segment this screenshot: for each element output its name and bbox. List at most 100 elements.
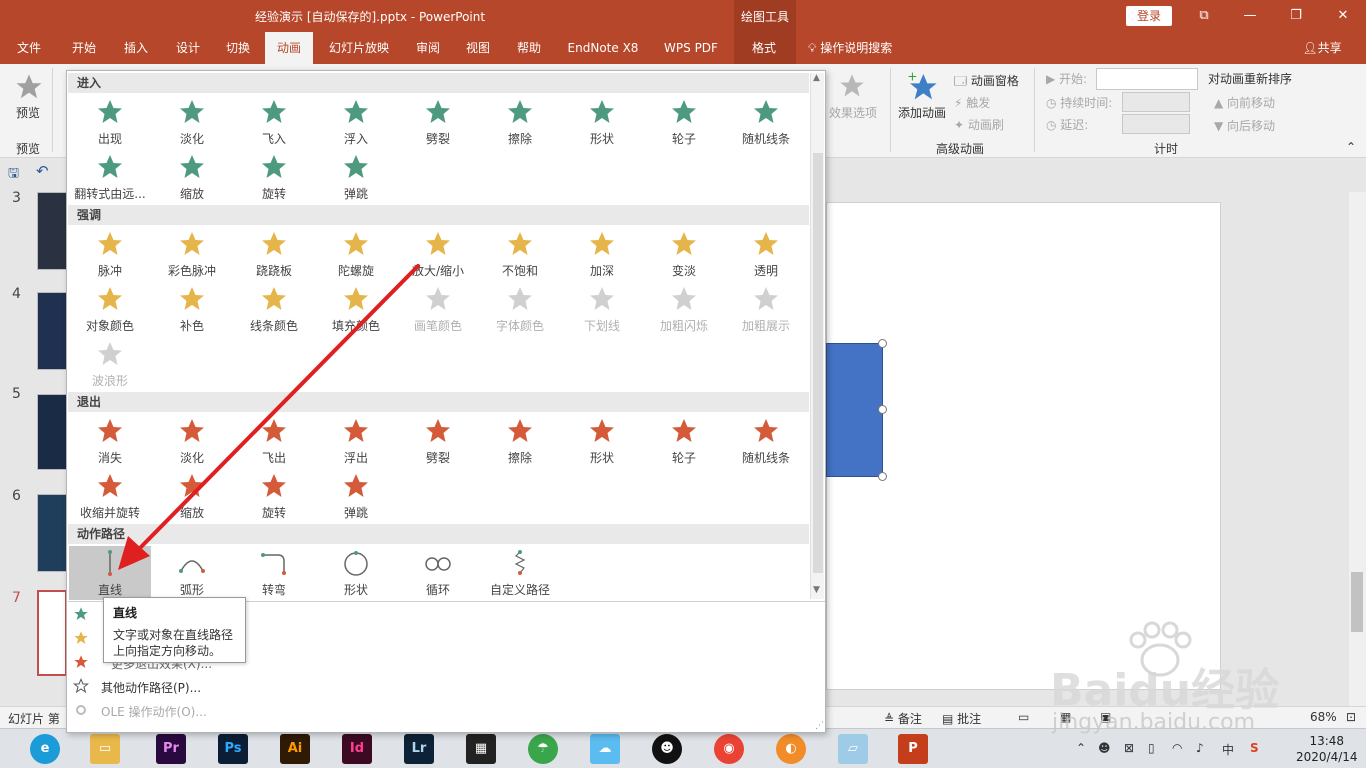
gallery-item-emphasis[interactable]: 字体颜色 [479,282,561,336]
collapse-ribbon-icon[interactable]: ⌃ [1346,140,1356,154]
gallery-item-emphasis[interactable]: 补色 [151,282,233,336]
tab-help[interactable]: 帮助 [507,32,551,64]
tray-wifi-icon[interactable]: ◠ [1172,741,1182,755]
slide-thumbnail-selected[interactable] [37,590,67,676]
tell-me-search[interactable]: 💡︎ 操作说明搜索 [808,32,918,64]
illustrator-icon[interactable]: Ai [280,734,310,764]
zoom-level[interactable]: 68% [1310,710,1337,724]
gallery-item-motion[interactable]: 形状 [315,546,397,600]
scroll-up-icon[interactable]: ▲ [813,73,820,83]
gallery-item-emphasis[interactable]: 填充颜色 [315,282,397,336]
login-button[interactable]: 登录 [1126,6,1172,26]
gallery-item-entrance[interactable]: 翻转式由远... [69,150,151,204]
more-motion-paths-item[interactable]: 其他动作路径(P)... [71,675,371,697]
add-animation-button[interactable]: 添加动画 [898,104,946,121]
tab-slideshow[interactable]: 幻灯片放映 [322,32,396,64]
photoshop-icon[interactable]: Ps [218,734,248,764]
indesign-icon[interactable]: Id [342,734,372,764]
gallery-item-motion[interactable]: 转弯 [233,546,315,600]
sogou-ime-icon[interactable]: S [1250,741,1259,755]
gallery-item-emphasis[interactable]: 加深 [561,227,643,281]
delay-input[interactable] [1122,114,1190,134]
duration-input[interactable] [1122,92,1190,112]
ribbon-display-icon[interactable]: ⧉ [1194,6,1214,26]
gallery-item-exit[interactable]: 缩放 [151,469,233,523]
lightroom-icon[interactable]: Lr [404,734,434,764]
file-explorer-icon[interactable]: ▭ [90,734,120,764]
scroll-down-icon[interactable]: ▼ [813,585,820,595]
tab-insert[interactable]: 插入 [114,32,158,64]
gallery-item-entrance[interactable]: 形状 [561,95,643,149]
tab-view[interactable]: 视图 [456,32,500,64]
premiere-icon[interactable]: Pr [156,734,186,764]
gallery-item-exit[interactable]: 淡化 [151,414,233,468]
video-editor-icon[interactable]: ▦ [466,734,496,764]
gallery-item-entrance[interactable]: 轮子 [643,95,725,149]
tab-home[interactable]: 开始 [62,32,106,64]
qq-icon[interactable]: ☻ [652,734,682,764]
start-dropdown[interactable] [1096,68,1198,90]
preview-button-label[interactable]: 预览 [16,104,40,121]
close-icon[interactable]: ✕ [1333,6,1353,26]
tray-qq-icon[interactable]: ☻ [1098,741,1111,755]
gallery-item-emphasis[interactable]: 陀螺旋 [315,227,397,281]
gallery-item-exit[interactable]: 劈裂 [397,414,479,468]
tab-endnote[interactable]: EndNote X8 [562,32,644,64]
gallery-item-emphasis[interactable]: 脉冲 [69,227,151,281]
gallery-item-exit[interactable]: 弹跳 [315,469,397,523]
gallery-item-emphasis[interactable]: 不饱和 [479,227,561,281]
tab-animations[interactable]: 动画 [265,32,313,64]
comments-button[interactable]: ▤ 批注 [942,710,981,727]
maximize-icon[interactable]: ❐ [1286,6,1306,26]
normal-view-icon[interactable]: ▭ [1018,710,1029,724]
gallery-item-exit[interactable]: 飞出 [233,414,315,468]
gallery-item-exit[interactable]: 轮子 [643,414,725,468]
gallery-item-exit[interactable]: 浮出 [315,414,397,468]
gallery-item-entrance[interactable]: 飞入 [233,95,315,149]
gallery-item-exit[interactable]: 擦除 [479,414,561,468]
tab-format[interactable]: 格式 [740,32,788,64]
gallery-item-emphasis[interactable]: 加粗闪烁 [643,282,725,336]
gallery-item-exit[interactable]: 消失 [69,414,151,468]
gallery-item-entrance[interactable]: 浮入 [315,95,397,149]
gallery-item-entrance[interactable]: 劈裂 [397,95,479,149]
scrollbar-thumb[interactable] [1351,572,1363,632]
gallery-item-emphasis[interactable]: 波浪形 [69,337,151,391]
notebook-app-icon[interactable]: ▱ [838,734,868,764]
gallery-item-exit[interactable]: 随机线条 [725,414,807,468]
notes-button[interactable]: ≜ 备注 [884,710,922,727]
tray-expand-icon[interactable]: ⌃ [1076,741,1086,755]
gallery-item-emphasis[interactable]: 线条颜色 [233,282,315,336]
tab-review[interactable]: 审阅 [406,32,450,64]
gallery-item-entrance[interactable]: 出现 [69,95,151,149]
move-later-button[interactable]: ▼ 向后移动 [1214,117,1275,134]
resize-handle[interactable] [878,472,887,481]
system-clock[interactable]: 13:48 2020/4/14 [1296,733,1358,765]
ole-action-item[interactable]: OLE 操作动作(O)... [71,699,371,721]
browser-icon[interactable]: ◐ [776,734,806,764]
ime-language[interactable]: 中 [1222,741,1234,758]
resize-handle[interactable] [878,405,887,414]
slide-thumbnail[interactable] [37,192,67,270]
tab-transitions[interactable]: 切换 [216,32,260,64]
gallery-item-emphasis[interactable]: 下划线 [561,282,643,336]
gallery-item-motion[interactable]: 自定义路径 [479,546,561,600]
share-button[interactable]: 👤︎共享 [1298,32,1346,64]
animation-painter-button[interactable]: ✦ 动画刷 [954,116,1004,133]
editor-scrollbar[interactable] [1349,192,1366,706]
gallery-item-exit[interactable]: 旋转 [233,469,315,523]
gallery-item-motion[interactable]: 循环 [397,546,479,600]
minimize-icon[interactable]: — [1240,6,1260,26]
resize-grip-icon[interactable]: ⋰ [815,721,824,731]
gallery-item-exit[interactable]: 收缩并旋转 [69,469,151,523]
trigger-button[interactable]: ⚡︎ 触发 [954,94,990,111]
save-icon[interactable]: 🖫︎ [8,164,19,186]
cloud-app-icon[interactable]: ☁ [590,734,620,764]
effect-options-button[interactable]: 效果选项 [829,104,877,121]
gallery-item-emphasis[interactable]: 对象颜色 [69,282,151,336]
slide-thumbnail[interactable] [37,394,67,470]
reading-view-icon[interactable]: ▣ [1100,710,1111,724]
slide-thumbnail[interactable] [37,292,67,370]
tab-design[interactable]: 设计 [166,32,210,64]
add-animation-icon[interactable]: + [906,70,938,102]
